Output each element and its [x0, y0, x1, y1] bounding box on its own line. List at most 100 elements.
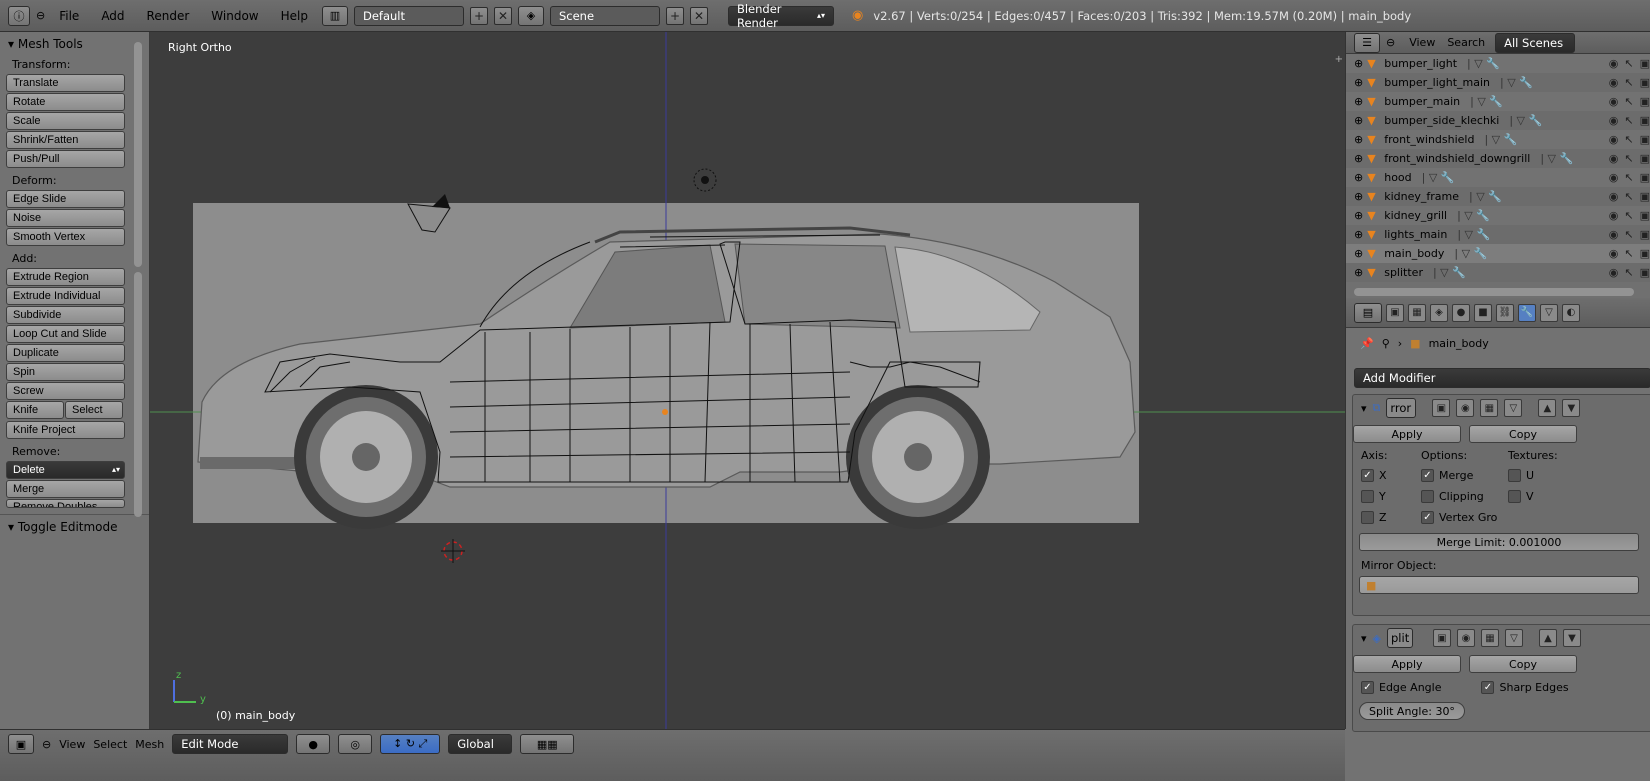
- camera-icon[interactable]: ▣: [1640, 209, 1650, 222]
- camera-icon[interactable]: ▣: [1640, 152, 1650, 165]
- collapse-triangle-icon[interactable]: ▾: [1361, 402, 1367, 415]
- outliner-item[interactable]: ⊕ ▼ bumper_side_klechki | ▽ 🔧 ◉ ↖ ▣: [1346, 111, 1650, 130]
- axis-z-checkbox[interactable]: Z: [1361, 511, 1387, 524]
- merge-checkbox[interactable]: ✓ Merge: [1421, 469, 1473, 482]
- split-angle-field[interactable]: Split Angle: 30°: [1359, 702, 1465, 720]
- editmode-toggle-icon[interactable]: ▦: [1481, 629, 1499, 647]
- outliner-item[interactable]: ⊕ ▼ kidney_frame | ▽ 🔧 ◉ ↖ ▣: [1346, 187, 1650, 206]
- axis-y-checkbox[interactable]: Y: [1361, 490, 1386, 503]
- view3d-editor-type-button[interactable]: ▣: [8, 734, 34, 754]
- cursor-icon[interactable]: ↖: [1624, 228, 1633, 241]
- mesh-tools-header[interactable]: ▾ Mesh Tools: [0, 32, 149, 52]
- outliner-item[interactable]: ⊕ ▼ kidney_grill | ▽ 🔧 ◉ ↖ ▣: [1346, 206, 1650, 225]
- edge-slide-button[interactable]: Edge Slide: [6, 190, 125, 208]
- expand-plus-icon[interactable]: ⊕: [1354, 266, 1363, 279]
- outliner-view-menu[interactable]: View: [1409, 36, 1435, 49]
- menu-help[interactable]: Help: [273, 9, 316, 23]
- cage-toggle-icon[interactable]: ▽: [1504, 399, 1523, 417]
- sharp-edges-checkbox[interactable]: ✓ Sharp Edges: [1481, 681, 1569, 694]
- outliner-item[interactable]: ⊕ ▼ front_windshield_downgrill | ▽ 🔧 ◉ ↖ ▣: [1346, 149, 1650, 168]
- edge-split-name-field[interactable]: plit: [1387, 628, 1413, 648]
- menu-select[interactable]: Select: [93, 734, 127, 751]
- render-tab-icon[interactable]: ▣: [1386, 303, 1404, 322]
- loop-cut-slide-button[interactable]: Loop Cut and Slide: [6, 325, 125, 343]
- cursor-icon[interactable]: ↖: [1624, 76, 1633, 89]
- cursor-icon[interactable]: ↖: [1624, 171, 1633, 184]
- knife-project-button[interactable]: Knife Project: [6, 421, 125, 439]
- texture-v-checkbox[interactable]: V: [1508, 490, 1534, 503]
- noise-button[interactable]: Noise: [6, 209, 125, 227]
- outliner-editor-type-button[interactable]: ☰: [1354, 32, 1380, 53]
- eye-icon[interactable]: ◉: [1609, 76, 1619, 89]
- add-layout-icon[interactable]: +: [469, 6, 488, 25]
- eye-icon[interactable]: ◉: [1609, 247, 1619, 260]
- cursor-icon[interactable]: ↖: [1624, 209, 1633, 222]
- smooth-vertex-button[interactable]: Smooth Vertex: [6, 228, 125, 246]
- merge-limit-field[interactable]: Merge Limit: 0.001000: [1359, 533, 1639, 551]
- material-tab-icon[interactable]: ◐: [1562, 303, 1580, 322]
- screen-layout-button[interactable]: ▥: [321, 5, 348, 26]
- properties-editor-type-button[interactable]: ▤: [1354, 302, 1382, 323]
- clipping-checkbox[interactable]: Clipping: [1421, 490, 1484, 503]
- expand-plus-icon[interactable]: ⊕: [1354, 114, 1363, 127]
- menu-add[interactable]: Add: [93, 9, 132, 23]
- object-tab-icon[interactable]: ■: [1474, 303, 1492, 322]
- duplicate-button[interactable]: Duplicate: [6, 344, 125, 362]
- expand-plus-icon[interactable]: ⊕: [1354, 228, 1363, 241]
- editor-type-button[interactable]: ⓘ: [8, 5, 30, 26]
- merge-button[interactable]: Merge: [6, 480, 125, 498]
- outliner-item[interactable]: ⊕ ▼ bumper_main | ▽ 🔧 ◉ ↖ ▣: [1346, 92, 1650, 111]
- delete-dropdown[interactable]: Delete ▴▾: [6, 461, 125, 479]
- expand-plus-icon[interactable]: ⊕: [1354, 133, 1363, 146]
- editmode-toggle-icon[interactable]: ▦: [1480, 399, 1499, 417]
- scene-tab-icon[interactable]: ◈: [1430, 303, 1448, 322]
- manipulator-toggles[interactable]: ↕ ↻ ⤢: [380, 734, 441, 754]
- world-tab-icon[interactable]: ●: [1452, 303, 1470, 322]
- cursor-icon[interactable]: ↖: [1624, 266, 1633, 279]
- outliner-scope-dropdown[interactable]: All Scenes: [1495, 32, 1576, 53]
- add-modifier-dropdown[interactable]: Add Modifier: [1354, 368, 1650, 388]
- outliner-item[interactable]: ⊕ ▼ bumper_light | ▽ 🔧 ◉ ↖ ▣: [1346, 54, 1650, 73]
- menu-mesh[interactable]: Mesh: [135, 734, 164, 751]
- screen-layout-field[interactable]: Default: [353, 5, 464, 26]
- eye-icon[interactable]: ◉: [1609, 171, 1619, 184]
- shading-dropdown[interactable]: ●: [296, 734, 331, 754]
- expand-plus-icon[interactable]: ⊕: [1354, 247, 1363, 260]
- move-down-icon[interactable]: ▼: [1562, 399, 1581, 417]
- cursor-icon[interactable]: ↖: [1624, 247, 1633, 260]
- constraints-tab-icon[interactable]: ⛓: [1496, 303, 1514, 322]
- camera-icon[interactable]: ▣: [1640, 247, 1650, 260]
- camera-icon[interactable]: ▣: [1640, 133, 1650, 146]
- render-layers-tab-icon[interactable]: ▦: [1408, 303, 1426, 322]
- camera-icon[interactable]: ▣: [1640, 95, 1650, 108]
- outliner-search-menu[interactable]: Search: [1447, 36, 1485, 49]
- remove-doubles-button[interactable]: Remove Doubles: [6, 499, 125, 508]
- viewport-toggle-icon[interactable]: ◉: [1456, 399, 1475, 417]
- orientation-dropdown[interactable]: Global: [448, 734, 513, 754]
- axis-x-checkbox[interactable]: ✓ X: [1361, 469, 1387, 482]
- rotate-button[interactable]: Rotate: [6, 93, 125, 111]
- expand-plus-icon[interactable]: ⊕: [1354, 171, 1363, 184]
- scale-button[interactable]: Scale: [6, 112, 125, 130]
- vertex-groups-checkbox[interactable]: ✓ Vertex Gro: [1421, 511, 1497, 524]
- eye-icon[interactable]: ◉: [1609, 209, 1619, 222]
- camera-icon[interactable]: ▣: [1640, 228, 1650, 241]
- collapse-menu-icon[interactable]: ⊖: [42, 734, 51, 751]
- edge-split-apply-button[interactable]: Apply: [1353, 655, 1461, 673]
- camera-icon[interactable]: ▣: [1640, 171, 1650, 184]
- eye-icon[interactable]: ◉: [1609, 266, 1619, 279]
- eye-icon[interactable]: ◉: [1609, 114, 1619, 127]
- mirror-name-field[interactable]: rror: [1386, 398, 1417, 418]
- translate-button[interactable]: Translate: [6, 74, 125, 92]
- eye-icon[interactable]: ◉: [1609, 152, 1619, 165]
- tool-shelf-scrollbar-lower[interactable]: [134, 272, 142, 517]
- outliner-item[interactable]: ⊕ ▼ splitter | ▽ 🔧 ◉ ↖ ▣: [1346, 263, 1650, 282]
- camera-icon[interactable]: ▣: [1640, 57, 1650, 70]
- add-scene-icon[interactable]: +: [665, 6, 684, 25]
- knife-select-button[interactable]: Select: [65, 401, 123, 419]
- scene-field[interactable]: Scene: [549, 5, 660, 26]
- tool-shelf-scrollbar[interactable]: [134, 42, 142, 267]
- camera-icon[interactable]: ▣: [1640, 114, 1650, 127]
- expand-plus-icon[interactable]: ⊕: [1354, 152, 1363, 165]
- cursor-icon[interactable]: ↖: [1624, 190, 1633, 203]
